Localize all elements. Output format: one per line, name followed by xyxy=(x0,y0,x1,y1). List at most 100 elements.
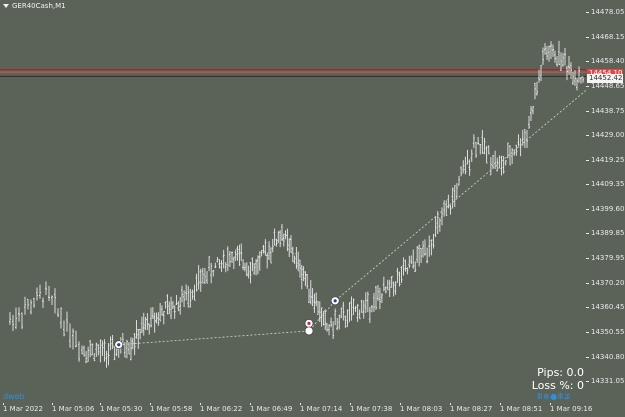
price-bar xyxy=(519,138,522,157)
price-bar xyxy=(468,159,471,176)
price-bar xyxy=(234,249,237,261)
price-bar xyxy=(125,339,128,359)
chart-window[interactable]: GER40Cash,M1 14478.05 14468.15 14458.40 144… xyxy=(0,0,625,417)
price-bar xyxy=(33,297,35,308)
price-bar xyxy=(332,321,335,339)
entry-marker-dot xyxy=(333,299,337,303)
price-bar xyxy=(103,339,106,362)
price-bar xyxy=(60,307,62,329)
time-axis-tick-label: 1 Mar 05:30 xyxy=(100,405,143,413)
price-bar xyxy=(426,247,429,264)
price-bar xyxy=(273,228,276,246)
price-bar xyxy=(164,301,167,309)
price-bar xyxy=(576,78,578,91)
price-bar xyxy=(400,266,403,284)
price-axis[interactable]: 14478.05 14468.15 14458.40 14448.65 14438.75… xyxy=(586,0,625,403)
price-bar xyxy=(578,66,580,83)
exit-marker-dot xyxy=(307,321,311,325)
time-axis-tick-mark xyxy=(52,403,53,405)
price-bar xyxy=(144,317,147,330)
price-bar xyxy=(315,292,318,307)
price-axis-tick-label: 14350.55 xyxy=(591,328,625,337)
price-bar xyxy=(424,239,426,256)
price-bar xyxy=(370,305,373,313)
price-bar xyxy=(404,259,407,272)
time-axis-tick-mark xyxy=(300,403,301,405)
price-bar xyxy=(210,262,213,284)
price-bar xyxy=(222,249,225,269)
price-bar xyxy=(193,284,196,301)
price-bar xyxy=(536,81,538,96)
price-bar xyxy=(523,128,526,148)
price-bar xyxy=(368,306,371,323)
price-bar xyxy=(455,183,458,199)
price-bar xyxy=(288,238,291,258)
price-bar xyxy=(177,301,180,312)
price-bar xyxy=(354,305,357,312)
price-chart-area[interactable] xyxy=(0,0,586,403)
price-axis-tick-label: 14458.40 xyxy=(591,57,625,66)
price-bar xyxy=(271,238,274,253)
price-bar xyxy=(168,301,171,315)
price-bar xyxy=(481,129,484,154)
time-axis-tick-label: 1 Mar 06:49 xyxy=(250,405,293,413)
price-bar xyxy=(111,334,114,350)
price-bar xyxy=(552,44,554,57)
price-axis-tick-label: 14340.80 xyxy=(591,352,625,361)
price-bar xyxy=(85,351,88,364)
price-bar xyxy=(556,56,558,67)
price-bar xyxy=(24,296,26,315)
price-bar xyxy=(135,320,138,339)
price-bar xyxy=(75,330,77,348)
price-axis-tick-label: 14429.00 xyxy=(591,131,625,140)
price-bar xyxy=(253,263,256,275)
price-bar xyxy=(286,228,289,252)
price-bar xyxy=(284,230,287,240)
price-bar xyxy=(388,279,391,297)
time-axis-tick-mark xyxy=(3,403,4,405)
entry-marker-dot xyxy=(117,343,121,347)
price-bar xyxy=(445,200,448,216)
price-bar xyxy=(477,136,480,145)
price-bar xyxy=(540,64,542,82)
price-bar xyxy=(311,288,314,307)
price-bar xyxy=(338,314,341,330)
price-axis-tick-mark xyxy=(586,159,589,161)
time-axis[interactable]: 1 Mar 2022 1 Mar 05:06 1 Mar 05:30 1 Mar 05… xyxy=(0,403,625,417)
price-bar xyxy=(245,262,248,277)
price-bar xyxy=(362,300,365,319)
price-bar xyxy=(146,313,149,331)
price-bar xyxy=(54,288,56,314)
price-bar xyxy=(542,47,544,65)
price-bar xyxy=(66,311,68,332)
price-bar xyxy=(151,307,154,319)
time-axis-tick-label: 1 Mar 2022 xyxy=(3,405,43,413)
price-bar xyxy=(534,82,536,100)
price-bar xyxy=(256,255,259,275)
price-bar xyxy=(408,255,411,269)
price-bar xyxy=(179,296,182,315)
price-bar xyxy=(375,286,377,310)
chevron-down-icon[interactable] xyxy=(3,4,9,8)
price-bar xyxy=(69,323,71,348)
price-bar xyxy=(148,323,151,335)
price-bar xyxy=(183,290,186,308)
price-bar xyxy=(155,312,158,324)
price-axis-tick-label: 14370.20 xyxy=(591,278,625,287)
price-bar xyxy=(268,241,271,260)
price-bar xyxy=(258,251,261,271)
price-bar xyxy=(91,343,94,356)
time-axis-tick-mark xyxy=(450,403,451,405)
price-bar xyxy=(498,155,501,169)
price-bar xyxy=(203,267,206,284)
price-bar xyxy=(564,48,566,66)
price-chart[interactable] xyxy=(0,0,586,403)
price-bar xyxy=(580,76,582,84)
price-bar xyxy=(483,137,486,155)
price-bar xyxy=(181,285,183,303)
price-bar xyxy=(171,301,174,309)
price-bar xyxy=(101,340,104,356)
price-axis-tick-mark xyxy=(586,61,589,63)
price-bar xyxy=(324,309,327,331)
price-bar xyxy=(462,160,465,174)
